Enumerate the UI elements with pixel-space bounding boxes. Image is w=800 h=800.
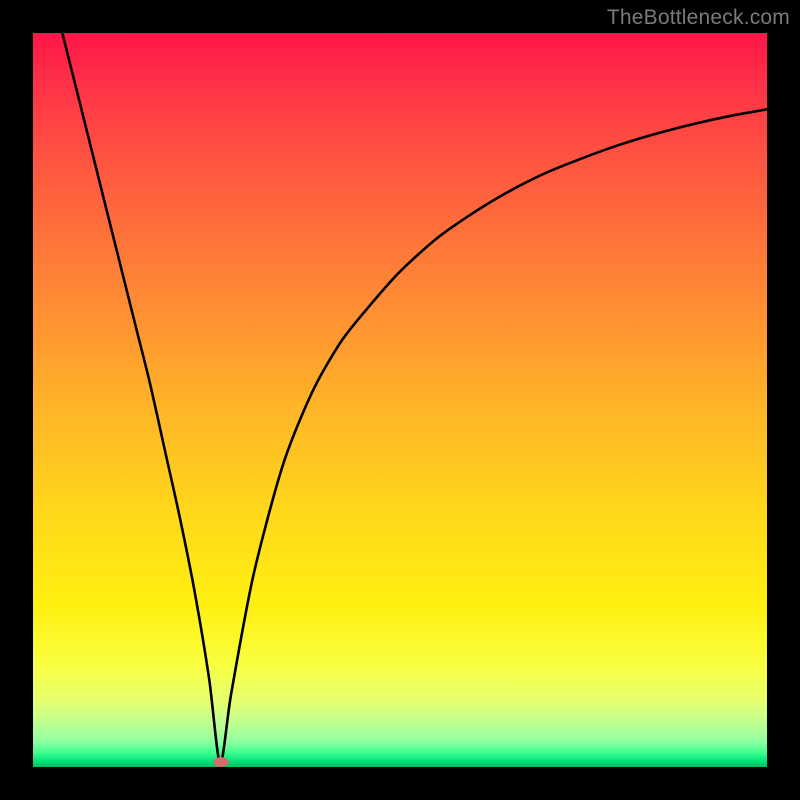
watermark-text: TheBottleneck.com [607,6,790,30]
plot-area [33,33,767,767]
bottleneck-curve [33,33,767,767]
minimum-marker [213,757,228,767]
chart-frame: TheBottleneck.com [0,0,800,800]
